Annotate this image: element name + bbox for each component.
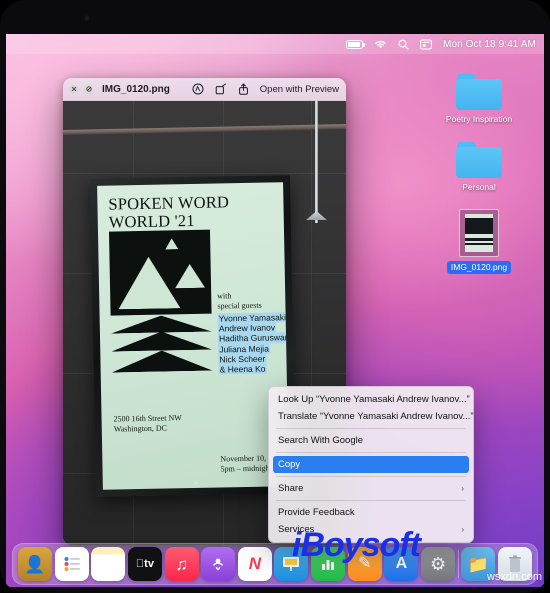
dock-item-reminders[interactable] [54,547,89,581]
desktop-icon-poetry-inspiration[interactable]: Poetry Inspiration [436,74,522,125]
poster-address: 2500 16th Street NW Washington, DC [113,413,182,434]
search-icon[interactable] [398,39,409,50]
dock-item-app-store[interactable]: A [384,547,419,581]
dock-item-podcasts[interactable] [201,547,236,581]
wall-trim [63,124,346,135]
window-titlebar[interactable]: IMG_0120.png Open with Preview [63,78,346,101]
image-file-thumbnail [459,209,499,257]
context-menu-separator [276,452,466,453]
context-menu-item-share[interactable]: Share › [269,480,473,497]
dock-item-music[interactable]: ♫ [164,547,199,581]
gear-icon: ⚙ [429,554,447,574]
context-menu: Look Up “Yvonne Yamasaki Andrew Ivanov..… [268,386,474,543]
news-icon: N [248,554,261,573]
context-menu-separator [276,476,466,477]
chevron-right-icon: › [461,524,464,534]
context-menu-item-search-with-google[interactable]: Search With Google [269,432,473,449]
desktop-screen: Mon Oct 18 9:41 AM Poetry Inspiration Pe… [6,34,544,587]
device-bezel-top [0,0,550,34]
context-menu-item-provide-feedback[interactable]: Provide Feedback [269,504,473,521]
poster-guest-list: Yvonne Yamasaki Andrew Ivanov Haditha Gu… [217,312,289,375]
control-center-icon[interactable] [420,38,432,50]
numbers-icon [322,560,335,570]
dock-item-news[interactable]: N [237,547,272,581]
podcasts-icon [213,558,224,571]
folder-icon: 📁 [467,554,489,574]
minimize-icon[interactable] [84,84,93,94]
webcam-icon [84,15,90,21]
context-menu-item-translate[interactable]: Translate “Yvonne Yamasaki Andrew Ivanov… [269,408,474,425]
poster-mountain-graphic [108,229,212,316]
menu-bar-clock[interactable]: Mon Oct 18 9:41 AM [443,39,536,50]
context-menu-item-copy[interactable]: Copy [273,456,469,473]
pipe-flange [306,211,327,220]
wall-pipe [315,101,318,223]
poster-with-special-guests: with special guests [217,291,262,311]
markup-icon[interactable] [192,83,204,95]
dock-separator [457,550,459,578]
menu-bar-status-items: Mon Oct 18 9:41 AM [346,34,536,54]
guest-name: Haditha Guruswamy [217,332,289,345]
folder-icon [456,74,502,110]
chevron-right-icon: › [461,483,464,493]
menu-bar: Mon Oct 18 9:41 AM [6,34,544,54]
dock-item-system-settings[interactable]: ⚙ [421,547,456,581]
rotate-icon[interactable] [215,83,227,95]
desktop-icon-label: Poetry Inspiration [445,114,513,124]
music-note-icon: ♫ [175,554,188,574]
desktop-icon-label: Personal [462,182,496,192]
dock-item-notes[interactable] [91,547,126,581]
desktop-icon-label: IMG_0120.png [446,261,512,274]
device-bezel-right [544,0,550,593]
device-bezel-bottom [0,587,550,593]
keynote-icon [283,557,300,571]
poster-frame: SPOKEN WORD WORLD '21 with special guest… [89,175,297,497]
desktop-icon-personal[interactable]: Personal [436,142,522,193]
watermark-site: wsxdn.com [486,571,542,583]
dock: 👤 tv ♫ [12,543,538,585]
window-toolbar: Open with Preview [192,83,339,95]
finder-icon: 👤 [24,554,46,574]
battery-icon[interactable] [346,39,366,49]
folder-icon [456,142,502,178]
poster-tree-graphic [111,315,213,375]
dock-item-pages[interactable]: ✎ [347,547,382,581]
share-icon[interactable] [238,83,249,95]
dock-item-numbers[interactable] [311,547,346,581]
pencil-icon: ✎ [358,555,372,572]
poster-artwork: SPOKEN WORD WORLD '21 with special guest… [97,182,289,490]
open-with-preview-button[interactable]: Open with Preview [260,84,339,95]
context-menu-item-label: Share [278,483,304,494]
context-menu-item-look-up[interactable]: Look Up “Yvonne Yamasaki Andrew Ivanov..… [269,391,473,408]
device-bezel-left [0,0,6,593]
close-icon[interactable] [69,84,78,94]
frame-highlight-dot [193,480,198,486]
wifi-icon[interactable] [374,39,387,49]
context-menu-separator [276,500,466,501]
window-title: IMG_0120.png [102,83,170,95]
app-store-icon: A [395,555,408,572]
reminders-icon [64,557,80,571]
dock-item-finder[interactable]: 👤 [18,547,52,581]
guest-name: Yvonne Yamasaki [217,312,288,324]
context-menu-item-services[interactable]: Services › [269,521,473,538]
dock-item-apple-tv[interactable]: tv [127,547,162,581]
macbook-device-frame: Mon Oct 18 9:41 AM Poetry Inspiration Pe… [0,0,550,593]
context-menu-separator [276,428,466,429]
poster-date-time: November 10, 5pm – midnight [220,453,272,473]
context-menu-item-label: Services [278,524,315,535]
dock-item-keynote[interactable] [274,547,309,581]
desktop-icon-img-0120[interactable]: IMG_0120.png [436,209,522,274]
poster-title: SPOKEN WORD WORLD '21 [108,192,230,232]
guest-name: & Heena Ko [218,363,267,375]
apple-tv-icon: tv [136,558,154,570]
